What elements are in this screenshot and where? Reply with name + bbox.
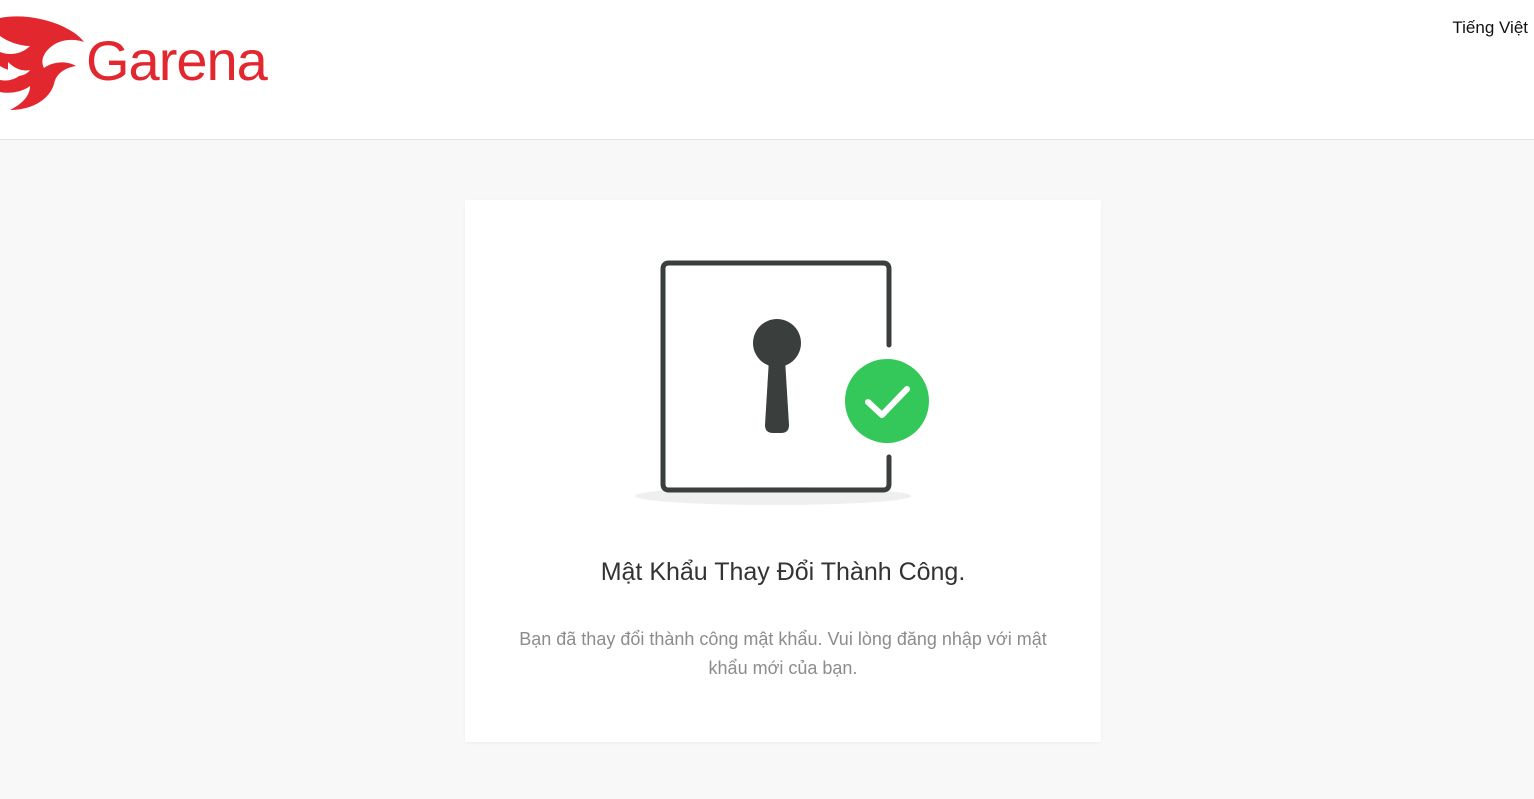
- keyhole-door-icon: [635, 260, 929, 505]
- garena-logo[interactable]: Garena: [0, 12, 268, 112]
- success-title: Mật Khẩu Thay Đổi Thành Công.: [600, 558, 966, 586]
- check-circle-icon: [845, 359, 929, 443]
- success-description: Bạn đã thay đổi thành công mật khẩu. Vui…: [519, 629, 1047, 678]
- top-header: Garena Tiếng Việt: [0, 0, 1534, 140]
- brand-name: Garena: [86, 28, 268, 92]
- success-card: Mật Khẩu Thay Đổi Thành Công. Bạn đã tha…: [465, 200, 1101, 742]
- language-selector[interactable]: Tiếng Việt: [1452, 18, 1528, 38]
- garena-dragon-icon: [0, 16, 84, 111]
